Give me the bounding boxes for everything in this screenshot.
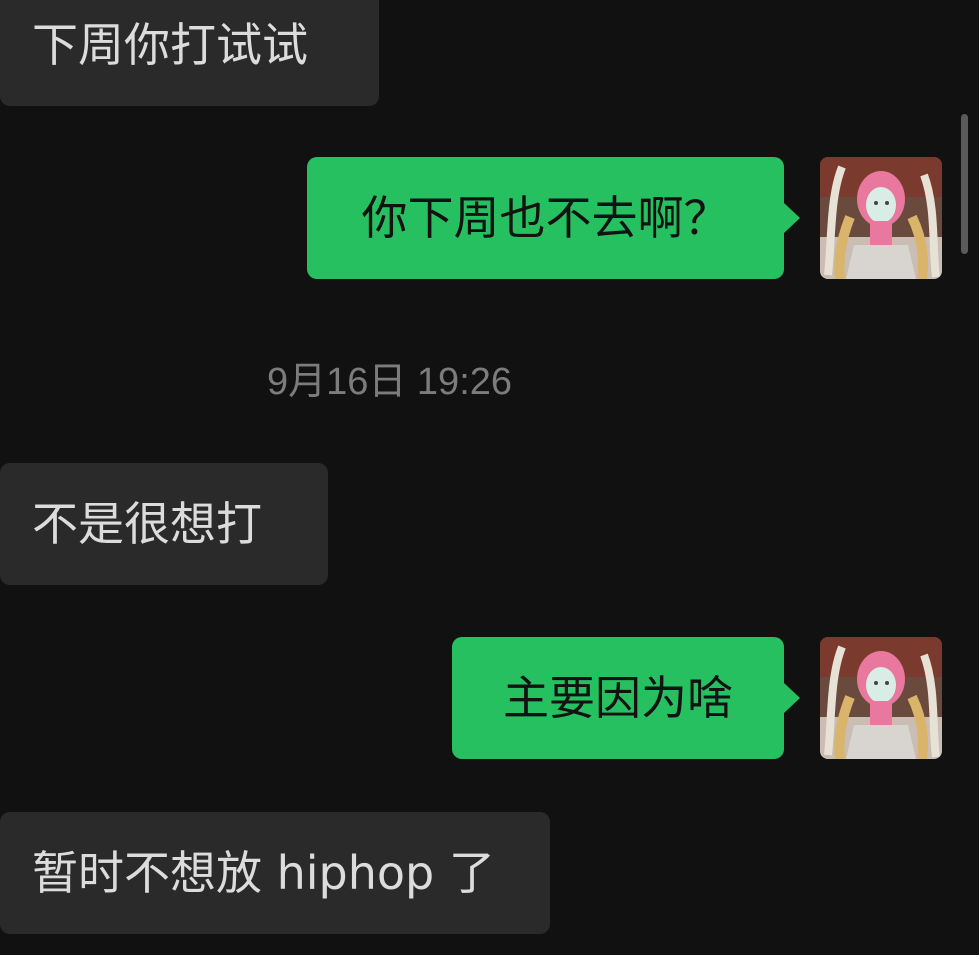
outgoing-message-bubble[interactable]: 主要因为啥 <box>452 637 800 759</box>
incoming-message-bubble[interactable]: 下周你打试试 <box>0 0 379 106</box>
message-timestamp: 9月16日 19:26 <box>266 361 513 403</box>
user-avatar[interactable] <box>820 157 942 279</box>
scrollbar[interactable] <box>961 114 968 254</box>
message-text: 下周你打试试 <box>32 18 308 72</box>
user-avatar[interactable] <box>820 637 942 759</box>
message-text: 暂时不想放 hiphop 了 <box>32 846 495 900</box>
message-text: 主要因为啥 <box>503 671 733 725</box>
anime-character-avatar-icon <box>820 157 942 279</box>
incoming-message-bubble[interactable]: 暂时不想放 hiphop 了 <box>0 812 550 934</box>
message-text: 你下周也不去啊？ <box>361 191 730 245</box>
outgoing-message-bubble[interactable]: 你下周也不去啊？ <box>307 157 800 279</box>
anime-character-avatar-icon <box>820 637 942 759</box>
message-text: 不是很想打 <box>32 497 262 551</box>
incoming-message-bubble[interactable]: 不是很想打 <box>0 463 328 585</box>
